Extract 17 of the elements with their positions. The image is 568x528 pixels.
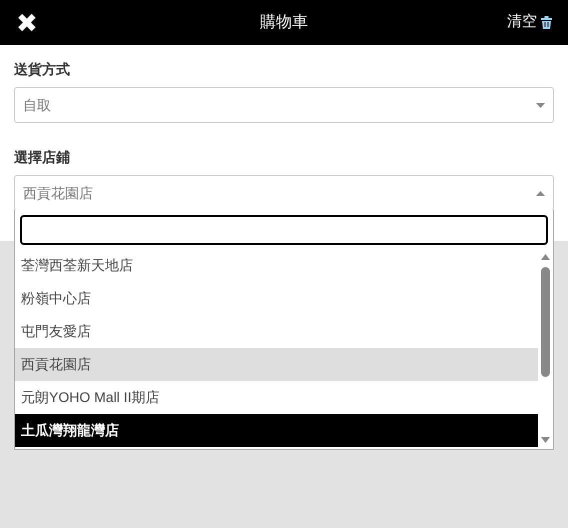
store-option[interactable]: 土瓜灣翔龍灣店	[15, 414, 538, 447]
field-label: 選擇店鋪	[14, 148, 71, 167]
field-label: 送貨方式	[14, 60, 71, 79]
delivery-select[interactable]: 自取	[14, 87, 554, 123]
store-option[interactable]: 荃灣西荃新天地店	[15, 249, 538, 282]
caret-icon	[536, 190, 545, 196]
cart-title: 購物車	[260, 12, 308, 33]
close-button[interactable]: ✖	[16, 10, 38, 36]
store-option[interactable]: 西貢花園店	[15, 348, 538, 381]
store-option[interactable]: 屯門友愛店	[15, 315, 538, 348]
search-field[interactable]	[20, 215, 548, 245]
caret-icon	[536, 102, 545, 108]
store-select[interactable]: 西貢花園店	[14, 175, 554, 211]
trash-icon	[541, 16, 552, 29]
clear-button[interactable]: 清空	[507, 11, 552, 34]
store-option[interactable]: 粉嶺中心店	[15, 282, 538, 315]
store-option[interactable]: 元朗YOHO Mall II期店	[15, 381, 538, 414]
